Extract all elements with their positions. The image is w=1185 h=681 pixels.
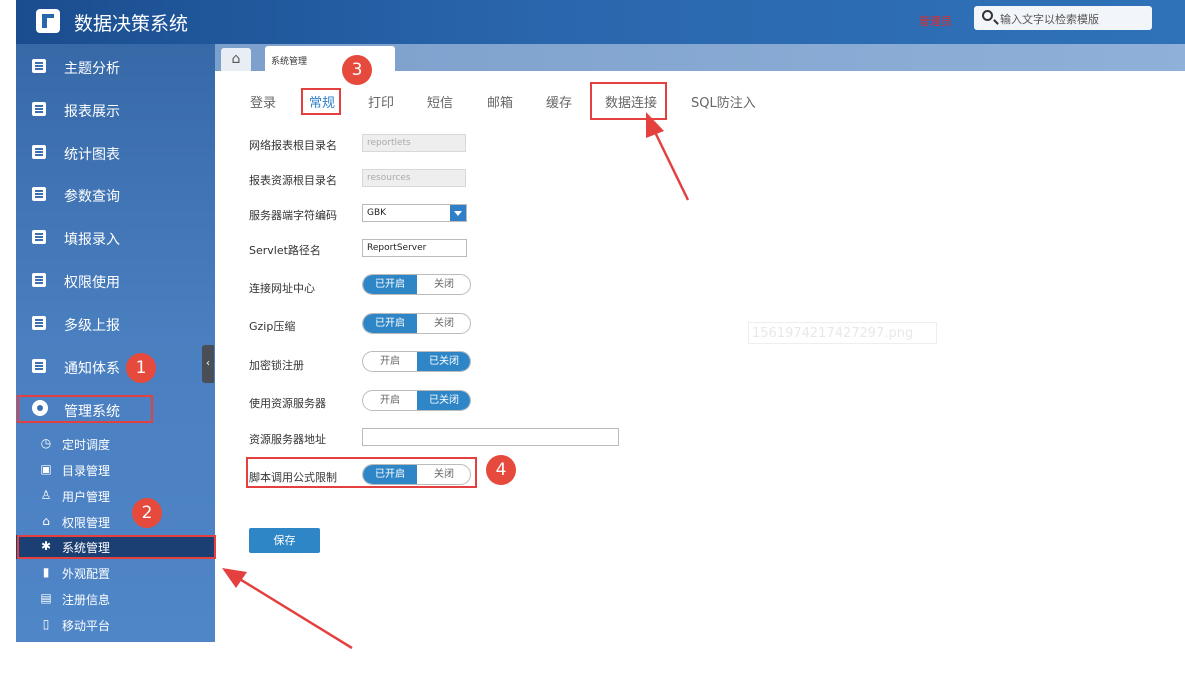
arrow-to-data-connection [646, 112, 690, 201]
annotation-arrows [222, 112, 690, 650]
arrow-to-system-management [222, 568, 353, 650]
